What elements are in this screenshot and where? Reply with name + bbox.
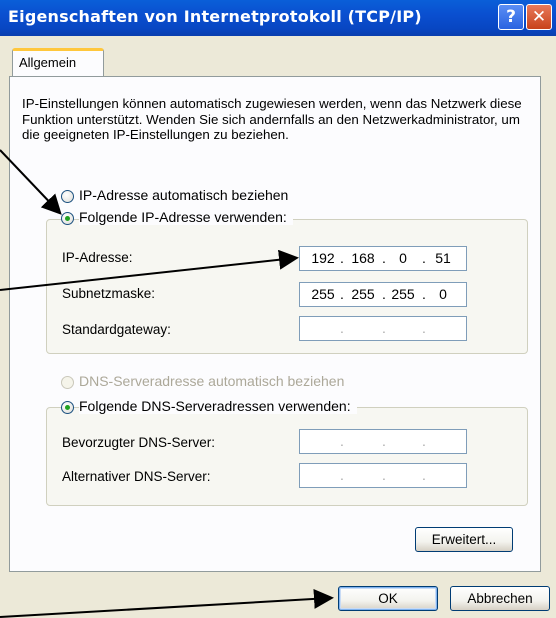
ip-address-input[interactable]: 192 . 168 . 0 . 51 <box>299 246 467 271</box>
octet-separator: . <box>382 250 386 266</box>
dns-manual-label: Folgende DNS-Serveradressen verwenden: <box>79 398 357 414</box>
arrow-to-ok-button <box>0 588 334 618</box>
dns-server-group <box>46 407 528 506</box>
advanced-button[interactable]: Erweitert... <box>415 527 513 552</box>
ip-auto-radio[interactable] <box>61 190 74 203</box>
ip-address-label: IP-Adresse: <box>62 250 133 265</box>
octet-separator: . <box>340 250 344 266</box>
octet-1: 255 <box>311 286 335 302</box>
octet-3: 255 <box>391 286 415 302</box>
octet-separator: . <box>422 320 426 336</box>
octet-separator: . <box>340 320 344 336</box>
description-text: IP-Einstellungen können automatisch zuge… <box>22 96 522 142</box>
preferred-dns-label: Bevorzugter DNS-Server: <box>62 435 216 450</box>
octet-4: 51 <box>435 250 451 266</box>
preferred-dns-input[interactable]: . . . <box>299 429 467 454</box>
dns-auto-radio[interactable] <box>61 376 74 389</box>
ip-manual-label: Folgende IP-Adresse verwenden: <box>79 209 293 225</box>
ok-button[interactable]: OK <box>338 586 438 611</box>
title-bar[interactable]: Eigenschaften von Internetprotokoll (TCP… <box>0 0 556 36</box>
octet-2: 255 <box>351 286 375 302</box>
octet-separator: . <box>422 433 426 449</box>
octet-separator: . <box>422 467 426 483</box>
close-icon[interactable]: ✕ <box>526 4 552 30</box>
gateway-label: Standardgateway: <box>62 322 171 337</box>
octet-separator: . <box>340 433 344 449</box>
dns-auto-label: DNS-Serveradresse automatisch beziehen <box>79 373 345 389</box>
tcpip-properties-dialog: Eigenschaften von Internetprotokoll (TCP… <box>0 0 556 618</box>
octet-1: 192 <box>311 250 335 266</box>
octet-separator: . <box>382 433 386 449</box>
dns-manual-radio[interactable] <box>61 401 74 414</box>
octet-separator: . <box>382 467 386 483</box>
octet-separator: . <box>340 286 344 302</box>
octet-separator: . <box>382 286 386 302</box>
octet-separator: . <box>340 467 344 483</box>
ip-manual-radio[interactable] <box>61 212 74 225</box>
octet-4: 0 <box>439 286 447 302</box>
ip-auto-label: IP-Adresse automatisch beziehen <box>79 187 289 203</box>
help-icon[interactable]: ? <box>498 4 524 30</box>
alternate-dns-input[interactable]: . . . <box>299 463 467 488</box>
subnet-mask-input[interactable]: 255 . 255 . 255 . 0 <box>299 282 467 307</box>
alternate-dns-label: Alternativer DNS-Server: <box>62 469 211 484</box>
octet-separator: . <box>422 250 426 266</box>
subnet-mask-label: Subnetzmaske: <box>62 286 156 301</box>
octet-2: 168 <box>351 250 375 266</box>
tab-allgemein[interactable]: Allgemein <box>12 48 104 76</box>
octet-separator: . <box>382 320 386 336</box>
window-title: Eigenschaften von Internetprotokoll (TCP… <box>8 7 422 26</box>
cancel-button[interactable]: Abbrechen <box>450 586 550 611</box>
octet-3: 0 <box>399 250 407 266</box>
octet-separator: . <box>422 286 426 302</box>
gateway-input[interactable]: . . . <box>299 316 467 341</box>
